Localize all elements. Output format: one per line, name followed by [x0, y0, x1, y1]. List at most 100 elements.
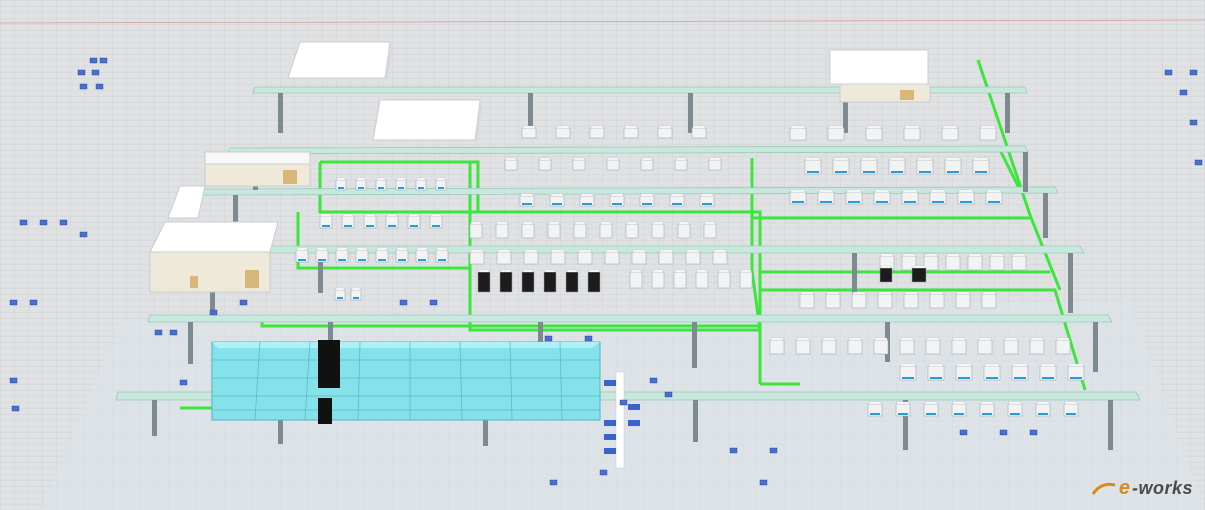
station: [769, 447, 778, 454]
machine: [1029, 337, 1045, 355]
machine: [957, 189, 975, 205]
machine: [573, 221, 587, 239]
machine: [865, 125, 883, 141]
station: [729, 447, 738, 454]
machine: [695, 269, 709, 289]
machine: [677, 221, 691, 239]
machine: [903, 291, 919, 309]
station: [39, 219, 48, 226]
machine: [335, 177, 347, 191]
machine: [375, 177, 387, 191]
machine: [989, 253, 1005, 271]
machine: [739, 269, 753, 289]
station: [79, 231, 88, 238]
factory-viewport[interactable]: e -works: [0, 0, 1205, 510]
station: [1194, 159, 1203, 166]
machine: [712, 249, 728, 265]
machine: [929, 189, 947, 205]
machine: [669, 193, 685, 207]
machine: [832, 157, 850, 175]
building-west-small: [204, 151, 311, 187]
machine: [429, 213, 443, 229]
factory-scene: [0, 0, 1205, 510]
machine: [825, 291, 841, 309]
machine: [640, 157, 654, 171]
station: [9, 299, 18, 306]
machine: [538, 157, 552, 171]
machine: [944, 157, 962, 175]
machine: [385, 213, 399, 229]
station: [1189, 69, 1198, 76]
machine: [847, 337, 863, 355]
machine: [407, 213, 421, 229]
station: [91, 69, 100, 76]
machine: [496, 249, 512, 265]
machine: [658, 249, 674, 265]
machine: [599, 221, 613, 239]
station: [209, 309, 218, 316]
machine: [521, 269, 535, 293]
machine: [1055, 337, 1071, 355]
swoosh-icon: [1091, 482, 1116, 495]
machine: [543, 269, 557, 293]
machine: [873, 189, 891, 205]
machine: [623, 125, 639, 139]
machine: [955, 363, 973, 381]
machine: [903, 125, 921, 141]
machine: [977, 337, 993, 355]
machine: [895, 401, 911, 417]
machine: [923, 401, 939, 417]
machine: [1003, 337, 1019, 355]
machine: [1011, 363, 1029, 381]
machine: [691, 125, 707, 139]
machine: [477, 269, 491, 293]
machine: [673, 269, 687, 289]
station: [9, 377, 18, 384]
station: [1029, 429, 1038, 436]
machine: [979, 125, 997, 141]
machine: [355, 247, 369, 263]
station: [1189, 119, 1198, 126]
station: [169, 329, 178, 336]
station: [619, 399, 628, 406]
station: [1164, 69, 1173, 76]
machine: [1039, 363, 1057, 381]
machine: [631, 249, 647, 265]
machine: [375, 247, 389, 263]
machine: [415, 177, 427, 191]
watermark-e: e: [1118, 477, 1130, 499]
machine: [499, 269, 513, 293]
station: [599, 469, 608, 476]
machine: [519, 193, 535, 207]
machine: [295, 247, 309, 263]
station: [399, 299, 408, 306]
machine: [395, 247, 409, 263]
machine: [565, 269, 579, 293]
station: [649, 377, 658, 384]
station: [429, 299, 438, 306]
machine: [845, 189, 863, 205]
machine: [495, 221, 509, 239]
machine: [651, 221, 665, 239]
machine: [851, 291, 867, 309]
machine: [888, 157, 906, 175]
machine: [789, 189, 807, 205]
machine: [867, 401, 883, 417]
machine: [951, 401, 967, 417]
machine: [521, 125, 537, 139]
machine: [972, 157, 990, 175]
machine: [555, 125, 571, 139]
machine: [550, 249, 566, 265]
station: [239, 299, 248, 306]
machine: [923, 253, 939, 271]
machine: [827, 125, 845, 141]
machine: [685, 249, 701, 265]
station: [179, 379, 188, 386]
machine: [504, 157, 518, 171]
station: [59, 219, 68, 226]
station: [959, 429, 968, 436]
machine: [334, 287, 346, 301]
station: [77, 69, 86, 76]
machine: [1063, 401, 1079, 417]
machine: [860, 157, 878, 175]
